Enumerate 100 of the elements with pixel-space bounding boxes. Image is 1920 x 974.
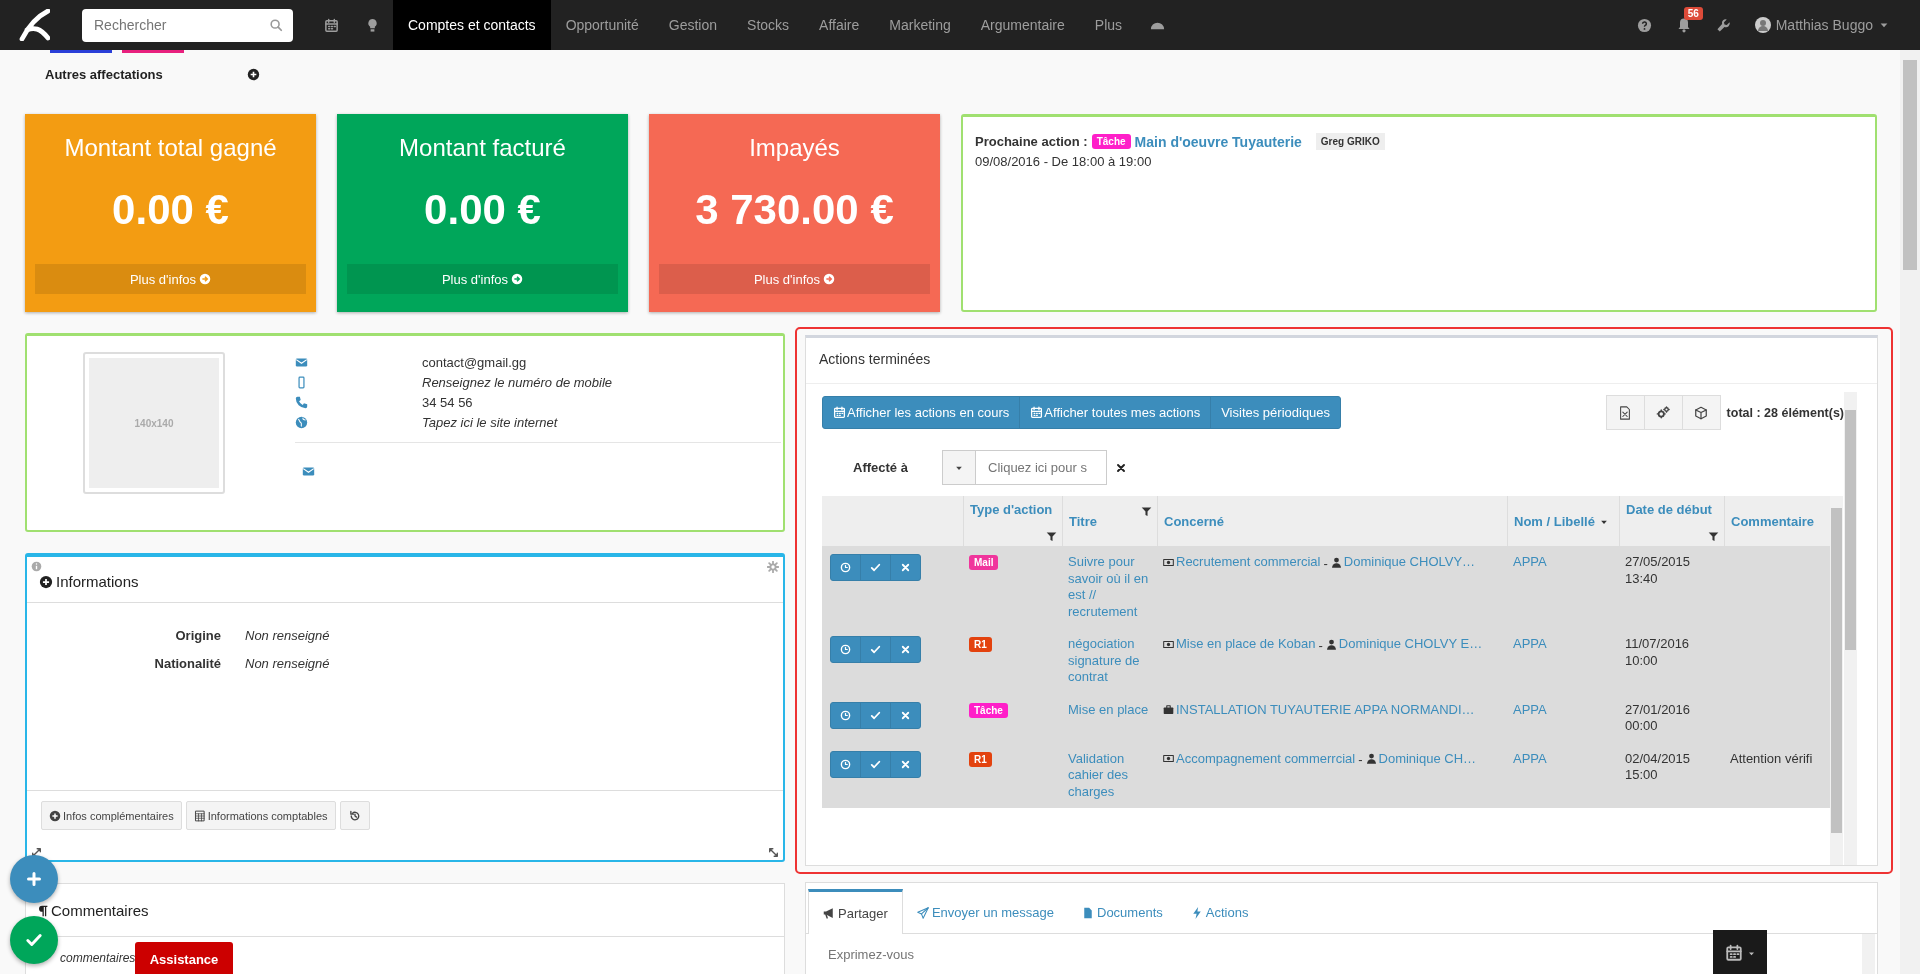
calendar-icon[interactable] <box>324 17 339 33</box>
contact-value[interactable]: contact@gmail.gg <box>422 354 527 370</box>
assistance-button[interactable]: Assistance <box>135 942 233 974</box>
done-button[interactable] <box>860 554 891 581</box>
info-icon[interactable] <box>31 561 42 572</box>
settings-icon[interactable] <box>767 561 779 573</box>
add-icon[interactable] <box>247 67 260 81</box>
nav-tab[interactable]: Comptes et contacts <box>393 0 551 50</box>
calculator-icon <box>193 809 206 822</box>
user-menu[interactable]: Matthias Buggo <box>1754 17 1890 33</box>
expand-icon[interactable] <box>39 574 53 589</box>
account-link[interactable]: APPA <box>1513 701 1547 717</box>
panel-scrollbar[interactable] <box>1844 392 1857 865</box>
help-icon[interactable] <box>1636 17 1652 33</box>
cube-button[interactable] <box>1681 395 1721 430</box>
more-info-link[interactable]: Plus d'infos <box>347 264 618 294</box>
table-scrollbar[interactable] <box>1830 496 1843 865</box>
resize-icon[interactable] <box>768 847 779 858</box>
share-tab[interactable]: Partager <box>808 889 903 934</box>
clear-icon[interactable] <box>1115 461 1127 474</box>
notification-badge: 56 <box>1683 7 1703 20</box>
more-info-link[interactable]: Plus d'infos <box>35 264 306 294</box>
filter-icon[interactable] <box>1708 531 1719 542</box>
settings-button[interactable] <box>1643 395 1683 430</box>
envelope-icon[interactable] <box>302 465 315 478</box>
logo-icon[interactable] <box>18 9 50 41</box>
column-header[interactable]: Titre <box>1069 514 1097 529</box>
accounting-info-button[interactable]: Informations comptables <box>185 801 336 830</box>
cancel-button[interactable] <box>890 701 921 729</box>
done-button[interactable] <box>860 701 891 729</box>
page-scrollbar[interactable] <box>1900 50 1920 974</box>
extra-info-button[interactable]: Infos complémentaires <box>41 801 182 830</box>
action-title-link[interactable]: Suivre pour savoir où il en est // recrutement <box>1068 554 1151 620</box>
nav-tab[interactable]: Argumentaire <box>965 0 1080 50</box>
nav-tab[interactable]: Affaire <box>804 0 875 50</box>
cube-icon <box>1694 405 1709 420</box>
separator-text: - <box>1358 752 1363 768</box>
column-header[interactable]: Nom / Libellé <box>1514 514 1595 529</box>
related-link[interactable]: Dominique CHOLVY E… <box>1338 636 1483 653</box>
assignee-field[interactable]: Cliquez ici pour s <box>942 450 1107 485</box>
contact-value[interactable]: Renseignez le numéro de mobile <box>422 374 613 390</box>
action-title-link[interactable]: Main d'oeuvre Tuyauterie <box>1134 133 1302 150</box>
column-header[interactable]: Concerné <box>1164 514 1224 529</box>
cancel-button[interactable] <box>890 554 921 581</box>
related-link[interactable]: Mise en place de Koban <box>1176 636 1316 653</box>
export-button[interactable] <box>1605 395 1645 430</box>
related-link[interactable]: Dominique CHOLVY… <box>1343 554 1476 571</box>
search-field[interactable]: Rechercher <box>82 8 293 42</box>
account-link[interactable]: APPA <box>1513 554 1547 569</box>
account-link[interactable]: APPA <box>1513 750 1547 766</box>
view-button[interactable]: Afficher toutes mes actions <box>1019 396 1212 429</box>
share-tab[interactable]: Documents <box>1068 889 1177 933</box>
nav-tab[interactable]: Plus <box>1079 0 1138 50</box>
postpone-button[interactable] <box>830 554 861 581</box>
view-button[interactable]: Afficher les actions en cours <box>822 396 1021 429</box>
filter-icon[interactable] <box>1046 531 1057 542</box>
person-icon <box>1330 556 1342 568</box>
view-button[interactable]: Visites périodiques <box>1210 396 1342 429</box>
calendar-widget-button[interactable] <box>1713 930 1767 974</box>
add-button[interactable] <box>10 855 58 903</box>
share-tab[interactable]: Actions <box>1176 889 1263 933</box>
share-tab[interactable]: Envoyer un message <box>902 889 1068 933</box>
related-link[interactable]: Dominique CH… <box>1378 750 1477 767</box>
postpone-button[interactable] <box>830 636 861 663</box>
action-title-link[interactable]: Mise en place <box>1068 701 1151 718</box>
related-link[interactable]: Recrutement commercial <box>1176 554 1321 571</box>
banknote-icon <box>1163 556 1174 568</box>
action-title-link[interactable]: négociation signature de contrat <box>1068 636 1151 686</box>
field-value[interactable]: Non renseigné <box>245 655 330 671</box>
postpone-button[interactable] <box>830 750 861 778</box>
column-header[interactable]: Type d'action <box>970 502 1053 517</box>
done-button[interactable] <box>860 636 891 663</box>
nav-tab[interactable]: Stocks <box>732 0 805 50</box>
filter-icon[interactable] <box>1141 506 1152 517</box>
cancel-button[interactable] <box>890 636 921 663</box>
resize-icon[interactable] <box>31 847 42 858</box>
column-header[interactable]: Date de début <box>1626 502 1712 517</box>
phone-icon <box>295 395 308 409</box>
field-value[interactable]: Non renseigné <box>245 627 330 643</box>
related-link[interactable]: INSTALLATION TUYAUTERIE APPA NORMANDI… <box>1176 701 1475 718</box>
account-link[interactable]: APPA <box>1513 636 1547 651</box>
lightbulb-icon[interactable] <box>365 17 380 33</box>
search-input[interactable]: Rechercher <box>82 16 269 34</box>
more-info-link[interactable]: Plus d'infos <box>659 264 930 294</box>
nav-tab[interactable]: Gestion <box>653 0 733 50</box>
nav-tab[interactable]: Opportunité <box>550 0 654 50</box>
action-title-link[interactable]: Validation cahier des charges <box>1068 750 1151 800</box>
contact-value[interactable]: Tapez ici le site internet <box>422 414 558 430</box>
search-icon[interactable] <box>269 18 283 32</box>
contact-value[interactable]: 34 54 56 <box>422 394 473 410</box>
cancel-button[interactable] <box>890 750 921 778</box>
related-link[interactable]: Accompagnement commerrcial <box>1176 750 1356 767</box>
avatar-icon <box>1754 17 1771 33</box>
wrench-icon[interactable] <box>1715 17 1731 33</box>
history-button[interactable] <box>339 801 370 830</box>
postpone-button[interactable] <box>830 701 861 729</box>
done-button[interactable] <box>860 750 891 778</box>
confirm-button[interactable] <box>10 916 58 964</box>
column-header[interactable]: Commentaire <box>1731 514 1815 529</box>
nav-tab[interactable]: Marketing <box>874 0 966 50</box>
